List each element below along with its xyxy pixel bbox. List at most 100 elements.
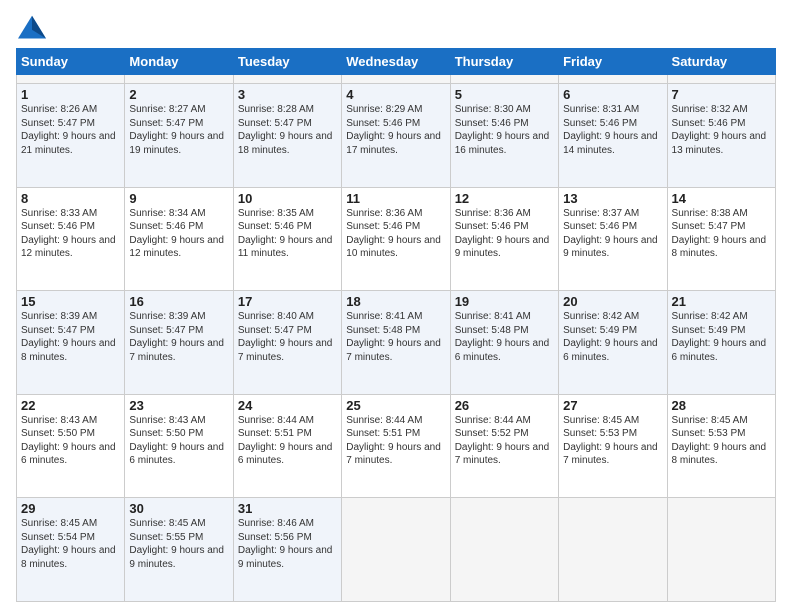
calendar-day-header: Tuesday	[233, 49, 341, 75]
header	[16, 10, 776, 42]
day-number: 10	[238, 191, 337, 206]
day-number: 28	[672, 398, 771, 413]
day-info: Sunrise: 8:36 AMSunset: 5:46 PMDaylight:…	[455, 207, 554, 261]
calendar-day-cell	[125, 75, 233, 84]
day-number: 12	[455, 191, 554, 206]
calendar-day-cell: 28Sunrise: 8:45 AMSunset: 5:53 PMDayligh…	[667, 394, 775, 498]
calendar-day-cell: 6Sunrise: 8:31 AMSunset: 5:46 PMDaylight…	[559, 84, 667, 188]
day-number: 30	[129, 501, 228, 516]
calendar-day-cell: 22Sunrise: 8:43 AMSunset: 5:50 PMDayligh…	[17, 394, 125, 498]
day-info: Sunrise: 8:38 AMSunset: 5:47 PMDaylight:…	[672, 207, 771, 261]
calendar-week-row: 15 Sunrise: 8:39 AMSunset: 5:47 PMDayligh…	[17, 291, 776, 395]
calendar-week-row	[17, 75, 776, 84]
calendar-day-cell: 15Sunrise: 8:39 AMSunset: 5:47 PMDayligh…	[17, 291, 125, 395]
calendar-day-cell: 17Sunrise: 8:40 AMSunset: 5:47 PMDayligh…	[233, 291, 341, 395]
calendar-day-cell	[667, 498, 775, 602]
day-info: Sunrise: 8:44 AMSunset: 5:52 PMDaylight:…	[455, 414, 554, 468]
day-number: 15	[21, 294, 120, 309]
day-info: Sunrise: 8:41 AMSunset: 5:48 PMDaylight:…	[346, 310, 445, 364]
day-number: 11	[346, 191, 445, 206]
day-number: 29	[21, 501, 120, 516]
calendar-day-cell: 24Sunrise: 8:44 AMSunset: 5:51 PMDayligh…	[233, 394, 341, 498]
day-info: Sunrise: 8:39 AMSunset: 5:47 PMDaylight:…	[129, 310, 228, 364]
day-number: 27	[563, 398, 662, 413]
day-number: 26	[455, 398, 554, 413]
day-info: Sunrise: 8:32 AMSunset: 5:46 PMDaylight:…	[672, 103, 771, 157]
day-number: 9	[129, 191, 228, 206]
day-number: 1	[21, 87, 120, 102]
calendar-table: SundayMondayTuesdayWednesdayThursdayFrid…	[16, 48, 776, 602]
day-info: Sunrise: 8:27 AMSunset: 5:47 PMDaylight:…	[129, 103, 228, 157]
day-info: Sunrise: 8:37 AMSunset: 5:46 PMDaylight:…	[563, 207, 662, 261]
day-number: 5	[455, 87, 554, 102]
day-info: Sunrise: 8:42 AMSunset: 5:49 PMDaylight:…	[672, 310, 771, 364]
calendar-day-cell: 21Sunrise: 8:42 AMSunset: 5:49 PMDayligh…	[667, 291, 775, 395]
day-number: 22	[21, 398, 120, 413]
calendar-day-cell	[559, 498, 667, 602]
calendar-week-row: 22Sunrise: 8:43 AMSunset: 5:50 PMDayligh…	[17, 394, 776, 498]
day-info: Sunrise: 8:40 AMSunset: 5:47 PMDaylight:…	[238, 310, 337, 364]
calendar-day-cell: 2Sunrise: 8:27 AMSunset: 5:47 PMDaylight…	[125, 84, 233, 188]
day-info: Sunrise: 8:42 AMSunset: 5:49 PMDaylight:…	[563, 310, 662, 364]
day-number: 20	[563, 294, 662, 309]
day-info: Sunrise: 8:28 AMSunset: 5:47 PMDaylight:…	[238, 103, 337, 157]
day-number: 17	[238, 294, 337, 309]
day-info: Sunrise: 8:31 AMSunset: 5:46 PMDaylight:…	[563, 103, 662, 157]
day-number: 7	[672, 87, 771, 102]
day-info: Sunrise: 8:45 AMSunset: 5:53 PMDaylight:…	[563, 414, 662, 468]
calendar-day-cell: 10Sunrise: 8:35 AMSunset: 5:46 PMDayligh…	[233, 187, 341, 291]
day-info: Sunrise: 8:46 AMSunset: 5:56 PMDaylight:…	[238, 517, 337, 571]
day-info: Sunrise: 8:33 AMSunset: 5:46 PMDaylight:…	[21, 207, 120, 261]
calendar-day-cell: 9Sunrise: 8:34 AMSunset: 5:46 PMDaylight…	[125, 187, 233, 291]
day-number: 19	[455, 294, 554, 309]
calendar-day-cell: 25Sunrise: 8:44 AMSunset: 5:51 PMDayligh…	[342, 394, 450, 498]
logo	[16, 14, 50, 42]
calendar-day-cell	[17, 75, 125, 84]
day-info: Sunrise: 8:36 AMSunset: 5:46 PMDaylight:…	[346, 207, 445, 261]
calendar-day-header: Sunday	[17, 49, 125, 75]
day-info: Sunrise: 8:29 AMSunset: 5:46 PMDaylight:…	[346, 103, 445, 157]
calendar-day-cell: 27Sunrise: 8:45 AMSunset: 5:53 PMDayligh…	[559, 394, 667, 498]
day-info: Sunrise: 8:26 AMSunset: 5:47 PMDaylight:…	[21, 103, 120, 157]
day-info: Sunrise: 8:35 AMSunset: 5:46 PMDaylight:…	[238, 207, 337, 261]
calendar-day-cell	[450, 75, 558, 84]
day-number: 2	[129, 87, 228, 102]
day-number: 24	[238, 398, 337, 413]
day-number: 16	[129, 294, 228, 309]
calendar-day-cell: 23Sunrise: 8:43 AMSunset: 5:50 PMDayligh…	[125, 394, 233, 498]
page: SundayMondayTuesdayWednesdayThursdayFrid…	[0, 0, 792, 612]
calendar-day-cell	[342, 498, 450, 602]
day-info: Sunrise: 8:30 AMSunset: 5:46 PMDaylight:…	[455, 103, 554, 157]
day-info: Sunrise: 8:44 AMSunset: 5:51 PMDaylight:…	[346, 414, 445, 468]
calendar-day-cell	[667, 75, 775, 84]
calendar-day-header: Monday	[125, 49, 233, 75]
calendar-week-row: 29Sunrise: 8:45 AMSunset: 5:54 PMDayligh…	[17, 498, 776, 602]
day-number: 4	[346, 87, 445, 102]
calendar-day-cell: 12Sunrise: 8:36 AMSunset: 5:46 PMDayligh…	[450, 187, 558, 291]
day-number: 3	[238, 87, 337, 102]
logo-icon	[16, 14, 48, 42]
calendar-day-cell: 31Sunrise: 8:46 AMSunset: 5:56 PMDayligh…	[233, 498, 341, 602]
calendar-day-cell: 16Sunrise: 8:39 AMSunset: 5:47 PMDayligh…	[125, 291, 233, 395]
day-info: Sunrise: 8:45 AMSunset: 5:55 PMDaylight:…	[129, 517, 228, 571]
calendar-day-cell: 30Sunrise: 8:45 AMSunset: 5:55 PMDayligh…	[125, 498, 233, 602]
calendar-day-cell: 29Sunrise: 8:45 AMSunset: 5:54 PMDayligh…	[17, 498, 125, 602]
day-number: 25	[346, 398, 445, 413]
calendar-day-header: Wednesday	[342, 49, 450, 75]
day-number: 18	[346, 294, 445, 309]
calendar-day-header: Thursday	[450, 49, 558, 75]
day-number: 6	[563, 87, 662, 102]
calendar-day-cell: 8Sunrise: 8:33 AMSunset: 5:46 PMDaylight…	[17, 187, 125, 291]
day-info: Sunrise: 8:43 AMSunset: 5:50 PMDaylight:…	[21, 414, 120, 468]
day-number: 31	[238, 501, 337, 516]
calendar-day-cell: 4Sunrise: 8:29 AMSunset: 5:46 PMDaylight…	[342, 84, 450, 188]
calendar-day-cell: 20Sunrise: 8:42 AMSunset: 5:49 PMDayligh…	[559, 291, 667, 395]
calendar-day-cell: 19Sunrise: 8:41 AMSunset: 5:48 PMDayligh…	[450, 291, 558, 395]
calendar-day-cell: 11Sunrise: 8:36 AMSunset: 5:46 PMDayligh…	[342, 187, 450, 291]
calendar-week-row: 8Sunrise: 8:33 AMSunset: 5:46 PMDaylight…	[17, 187, 776, 291]
calendar-day-header: Friday	[559, 49, 667, 75]
calendar-header-row: SundayMondayTuesdayWednesdayThursdayFrid…	[17, 49, 776, 75]
day-info: Sunrise: 8:45 AMSunset: 5:54 PMDaylight:…	[21, 517, 120, 571]
calendar-day-cell	[233, 75, 341, 84]
day-number: 23	[129, 398, 228, 413]
